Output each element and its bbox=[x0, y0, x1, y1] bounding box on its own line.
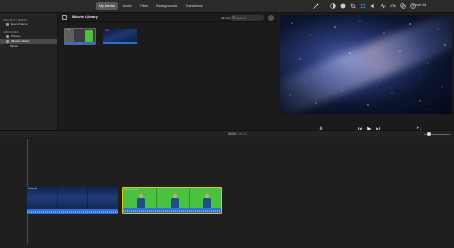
clip-title: Galaxy clip bbox=[28, 187, 37, 190]
event-icon bbox=[6, 23, 9, 26]
clip-used-bar bbox=[103, 42, 137, 44]
tab-transitions[interactable]: Transitions bbox=[182, 2, 205, 10]
noise-reduction-icon[interactable] bbox=[380, 3, 386, 9]
library-sidebar: PROJECT MEDIA Event Name LIBRARIES Photo… bbox=[0, 13, 58, 130]
sidebar-item-label: Event Name bbox=[11, 22, 28, 26]
sidebar-item-label: Movie bbox=[10, 44, 19, 48]
adjustment-tools bbox=[330, 3, 416, 9]
tab-titles[interactable]: Titles bbox=[137, 2, 151, 10]
color-balance-icon[interactable] bbox=[330, 3, 336, 9]
tab-backgrounds[interactable]: Backgrounds bbox=[153, 2, 180, 10]
clip-audio-waveform bbox=[123, 208, 221, 213]
search-field[interactable] bbox=[230, 14, 264, 21]
library-icon bbox=[6, 40, 9, 43]
browser-header: iMovie Library All Clips bbox=[58, 13, 278, 22]
person-figure bbox=[203, 194, 211, 208]
sidebar-toggle-icon[interactable] bbox=[62, 15, 67, 20]
top-toolbar: My Media Audio Titles Backgrounds Transi… bbox=[0, 0, 454, 13]
frame-divider bbox=[57, 187, 58, 209]
timecode-current: 00:00 bbox=[228, 132, 236, 136]
person-figure bbox=[137, 194, 145, 208]
speed-icon[interactable] bbox=[390, 3, 396, 9]
browser-settings-icon[interactable] bbox=[268, 14, 274, 21]
timeline-clip-galaxy[interactable]: Galaxy clip bbox=[27, 187, 118, 214]
fullscreen-icon[interactable] bbox=[416, 119, 422, 132]
clip-duration: 12.0s bbox=[105, 30, 110, 32]
imovie-window: My Media Audio Titles Backgrounds Transi… bbox=[0, 0, 454, 248]
timeline-header: 00:00 / 00:12 bbox=[0, 131, 454, 137]
filter-icon[interactable] bbox=[400, 3, 406, 9]
preview-viewer bbox=[278, 13, 454, 132]
tab-my-media[interactable]: My Media bbox=[96, 2, 118, 10]
tab-audio[interactable]: Audio bbox=[120, 2, 135, 10]
timecode: 00:00 / 00:12 bbox=[228, 132, 247, 136]
playback-controls bbox=[278, 117, 454, 132]
color-correction-icon[interactable] bbox=[340, 3, 346, 9]
frame-divider bbox=[189, 188, 190, 210]
photos-icon bbox=[6, 35, 9, 38]
search-input[interactable] bbox=[236, 14, 263, 21]
frame-divider bbox=[156, 188, 157, 210]
media-tabs: My Media Audio Titles Backgrounds Transi… bbox=[96, 2, 206, 10]
stabilization-icon[interactable] bbox=[360, 3, 366, 9]
person-figure bbox=[171, 194, 179, 208]
media-browser: iMovie Library All Clips 5.0s 12.0s bbox=[58, 13, 278, 130]
play-icon[interactable] bbox=[366, 119, 372, 132]
clip-audio-waveform bbox=[27, 209, 118, 214]
reset-all-button[interactable]: Reset All bbox=[412, 3, 426, 7]
zoom-slider[interactable] bbox=[424, 132, 450, 136]
timecode-total: / 00:12 bbox=[236, 132, 247, 136]
preview-image[interactable] bbox=[280, 15, 452, 114]
clip-used-bar bbox=[65, 42, 95, 44]
clip-title: Green screen clip bbox=[124, 188, 139, 191]
frame-divider bbox=[87, 187, 88, 209]
clip-duration: 5.0s bbox=[67, 30, 71, 31]
library-title: iMovie Library bbox=[72, 15, 98, 19]
timeline-clip-green-screen[interactable]: Green screen clip bbox=[122, 187, 222, 214]
search-icon bbox=[232, 15, 236, 19]
zoom-slider-knob[interactable] bbox=[427, 132, 432, 136]
volume-icon[interactable] bbox=[370, 3, 376, 9]
sidebar-item-movie[interactable]: Movie bbox=[0, 44, 57, 49]
project-timeline: 00:00 / 00:12 Galaxy clip Green screen c… bbox=[0, 130, 454, 248]
star-field bbox=[289, 20, 446, 110]
browser-clip-green-screen[interactable]: 5.0s bbox=[64, 28, 96, 45]
crop-icon[interactable] bbox=[350, 3, 356, 9]
browser-clip-galaxy[interactable]: 12.0s bbox=[102, 28, 138, 45]
skip-back-icon[interactable] bbox=[357, 119, 363, 131]
skip-forward-icon[interactable] bbox=[375, 119, 381, 131]
magic-wand-icon[interactable] bbox=[312, 3, 319, 10]
microphone-icon[interactable] bbox=[318, 119, 324, 132]
